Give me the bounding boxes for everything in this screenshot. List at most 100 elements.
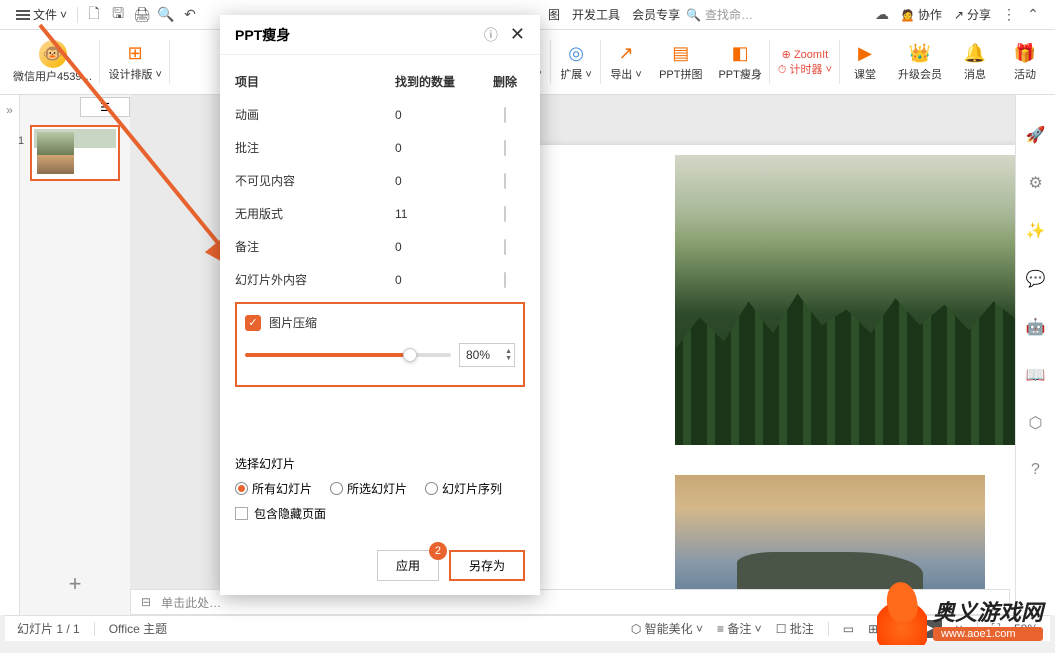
add-slide-button[interactable]: + — [69, 571, 82, 597]
cube-icon[interactable]: ⬡ — [1029, 413, 1043, 433]
row-invisible: 不可见内容0 — [235, 164, 525, 197]
avatar-icon: 🐵 — [39, 40, 67, 68]
rocket-icon[interactable]: 🚀 — [1026, 125, 1046, 145]
radio-selected[interactable]: 所选幻灯片 — [330, 480, 407, 497]
more-icon[interactable]: ⋮ — [997, 6, 1021, 23]
thumbnail-panel: ☰ 1 + — [20, 95, 130, 615]
image-forest[interactable] — [675, 155, 1015, 445]
slim-icon: ◧ — [732, 42, 749, 64]
dialog-help-icon[interactable]: ⓘ — [484, 25, 498, 45]
crown-icon: 👑 — [909, 42, 931, 64]
dialog-title: PPT瘦身 — [235, 25, 484, 45]
robot-icon[interactable]: 🤖 — [1026, 317, 1046, 337]
notes-button[interactable]: ≡ 备注 ˅ — [717, 620, 762, 637]
slim-group[interactable]: ◧ PPT瘦身 — [710, 30, 769, 94]
compress-checkbox[interactable]: ✓ — [245, 315, 261, 331]
user-group[interactable]: 🐵 微信用户4539… — [5, 30, 100, 94]
row-notes: 备注0 — [235, 230, 525, 263]
flame-icon — [877, 590, 927, 645]
export-icon: ↗ — [619, 42, 634, 64]
design-group[interactable]: ⊞ 设计排版 ˅ — [100, 30, 169, 94]
note-hint: 单击此处… — [161, 594, 221, 611]
print-icon[interactable]: 🖨 — [130, 6, 154, 23]
user-label: 微信用户4539… — [13, 68, 92, 84]
checkbox[interactable] — [504, 272, 506, 288]
checkbox[interactable] — [504, 239, 506, 255]
radio-sequence[interactable]: 幻灯片序列 — [425, 480, 502, 497]
compress-slider[interactable] — [245, 353, 451, 357]
compress-percent-input[interactable]: 80%▲▼ — [459, 343, 515, 367]
settings-icon[interactable]: ⚙ — [1028, 173, 1042, 193]
outline-icon[interactable]: ⊟ — [141, 595, 151, 609]
tab-tu[interactable]: 图 — [542, 6, 566, 23]
row-unused-layout: 无用版式11 — [235, 197, 525, 230]
comments-button[interactable]: ☐ 批注 — [776, 620, 814, 637]
checkbox[interactable] — [504, 107, 506, 123]
new-icon[interactable]: 🗋 — [82, 3, 106, 27]
search-box[interactable]: 🔍 查找命… — [686, 6, 786, 23]
tab-devtools[interactable]: 开发工具 — [566, 6, 626, 23]
checkbox[interactable] — [504, 140, 506, 156]
checkbox[interactable] — [504, 173, 506, 189]
activity-group[interactable]: 🎁 活动 — [1000, 30, 1050, 94]
row-offslide: 幻灯片外内容0 — [235, 263, 525, 296]
share-button[interactable]: ↗ 分享 — [948, 6, 997, 23]
watermark-url: www.aoe1.com — [933, 627, 1043, 641]
zoomit-group[interactable]: ⊕ ZoomIt ⏱ 计时器 ˅ — [770, 30, 840, 94]
classroom-icon: ▶ — [858, 42, 872, 64]
saveas-button[interactable]: 2 另存为 — [449, 550, 525, 581]
watermark: 奥义游戏网 www.aoe1.com — [877, 590, 1043, 645]
spinner[interactable]: ▲▼ — [505, 348, 512, 362]
watermark-title: 奥义游戏网 — [933, 595, 1043, 627]
book-icon[interactable]: 📖 — [1026, 365, 1046, 385]
col-item: 项目 — [235, 73, 395, 90]
extend-icon: ◎ — [568, 42, 584, 64]
view-normal-icon[interactable]: ▭ — [843, 622, 854, 636]
sparkle-icon[interactable]: ✨ — [1026, 221, 1046, 241]
col-count: 找到的数量 — [395, 73, 485, 90]
col-delete: 删除 — [485, 73, 525, 90]
collapse-sidebar[interactable]: » — [0, 95, 20, 615]
slider-thumb[interactable] — [403, 348, 417, 362]
upgrade-group[interactable]: 👑 升级会员 — [890, 30, 950, 94]
merge-icon: ▤ — [672, 42, 689, 64]
tab-member[interactable]: 会员专享 — [626, 6, 686, 23]
undo-icon[interactable]: ↶ — [178, 6, 202, 23]
file-label: 文件 — [33, 6, 57, 23]
slide-position: 幻灯片 1 / 1 — [17, 620, 80, 637]
classroom-group[interactable]: ▶ 课堂 — [840, 30, 890, 94]
marker-2: 2 — [429, 542, 447, 560]
preview-icon[interactable]: 🔍 — [154, 6, 178, 23]
include-hidden[interactable]: 包含隐藏页面 — [235, 505, 525, 522]
row-comment: 批注0 — [235, 131, 525, 164]
select-slides-label: 选择幻灯片 — [235, 455, 525, 472]
save-icon[interactable]: 🖫 — [106, 3, 130, 27]
extend-group[interactable]: ◎ 扩展 ˅ — [551, 30, 601, 94]
hamburger-icon — [16, 14, 30, 16]
expand-icon[interactable]: ⌃ — [1021, 6, 1045, 23]
help-icon[interactable]: ? — [1031, 461, 1040, 479]
divider — [77, 7, 78, 23]
bell-icon: 🔔 — [964, 42, 986, 64]
checkbox[interactable] — [504, 206, 506, 222]
merge-group[interactable]: ▤ PPT拼图 — [651, 30, 710, 94]
compress-label: 图片压缩 — [269, 314, 317, 331]
slide-thumb-1[interactable]: 1 — [30, 125, 120, 181]
dialog-close-icon[interactable]: ✕ — [510, 24, 525, 45]
thumb-preview — [34, 129, 116, 177]
collab-button[interactable]: 🙍 协作 — [894, 6, 948, 23]
export-group[interactable]: ↗ 导出 ˅ — [601, 30, 651, 94]
theme-name: Office 主题 — [109, 620, 167, 637]
ppt-slim-dialog: PPT瘦身 ⓘ ✕ 项目 找到的数量 删除 动画0 批注0 不可见内容0 无用版… — [220, 15, 540, 595]
beautify-button[interactable]: ⬡ 智能美化 ˅ — [631, 620, 703, 637]
thumb-tab[interactable]: ☰ — [80, 97, 130, 117]
message-group[interactable]: 🔔 消息 — [950, 30, 1000, 94]
right-panel: 🚀 ⚙ ✨ 💬 🤖 📖 ⬡ ? — [1015, 95, 1055, 615]
cloud-icon[interactable]: ☁ — [870, 6, 894, 23]
chat-icon[interactable]: 💬 — [1026, 269, 1046, 289]
design-icon: ⊞ — [128, 42, 143, 64]
row-animation: 动画0 — [235, 98, 525, 131]
compress-section: 1 ✓ 图片压缩 80%▲▼ — [235, 302, 525, 387]
file-menu[interactable]: 文件 ˅ — [10, 6, 73, 23]
radio-all[interactable]: 所有幻灯片 — [235, 480, 312, 497]
